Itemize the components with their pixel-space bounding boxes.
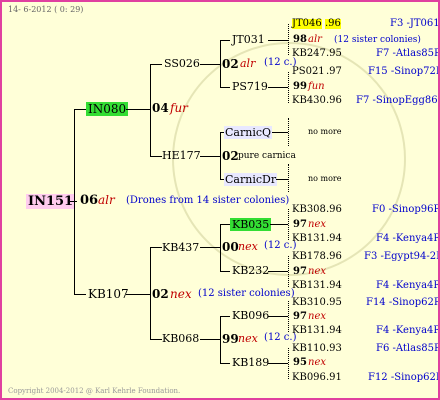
sire-dam-in080: IN080 (86, 102, 129, 116)
kb068-year: 99 (222, 332, 239, 346)
ss026-year: 02 (222, 57, 239, 71)
gen1-bracket (74, 109, 75, 295)
he177: HE177 (162, 149, 201, 162)
pedigree-frame: 14- 6-2012 ( 0: 29) IN151 06 alr (Drones… (0, 0, 440, 400)
kb096: KB096 (232, 309, 270, 322)
kb232: KB232 (232, 264, 270, 277)
root-year: 06 (80, 193, 99, 208)
kb107-breed: nex (170, 287, 192, 301)
kb437-year: 00 (222, 240, 239, 254)
in080-year: 04 (152, 101, 169, 115)
gen2-upper-bracket (150, 64, 151, 156)
kb068-breed: nex (238, 332, 258, 345)
kb107-year: 02 (152, 287, 169, 301)
root-note: (Drones from 14 sister colonies) (126, 195, 290, 206)
carnicq: CarnicQ (224, 126, 273, 139)
ps719: PS719 (232, 80, 268, 93)
kb437-breed: nex (238, 240, 258, 253)
print-date: 14- 6-2012 ( 0: 29) (8, 5, 84, 14)
kb107-note: (12 sister colonies) (198, 288, 295, 299)
root-breed: alr (98, 193, 115, 207)
kb035: KB035 (230, 218, 272, 231)
kb068: KB068 (162, 332, 200, 345)
gen2-lower-bracket (150, 247, 151, 340)
carnicdr: CarnicDr (224, 173, 278, 186)
jt031: JT031 (232, 33, 265, 46)
ss026-breed: alr (240, 57, 256, 70)
kb107: KB107 (88, 287, 129, 301)
copyright-footer: Copyright 2004-2012 @ Karl Kehrle Founda… (8, 387, 181, 395)
he177-year: 02 (222, 149, 239, 163)
in080-breed: fur (170, 101, 188, 115)
kb189: KB189 (232, 356, 270, 369)
he177-breed: pure carnica (238, 151, 296, 161)
root-queen-id: IN151 (26, 194, 76, 209)
kb437: KB437 (162, 241, 200, 254)
ss026: SS026 (164, 57, 200, 70)
